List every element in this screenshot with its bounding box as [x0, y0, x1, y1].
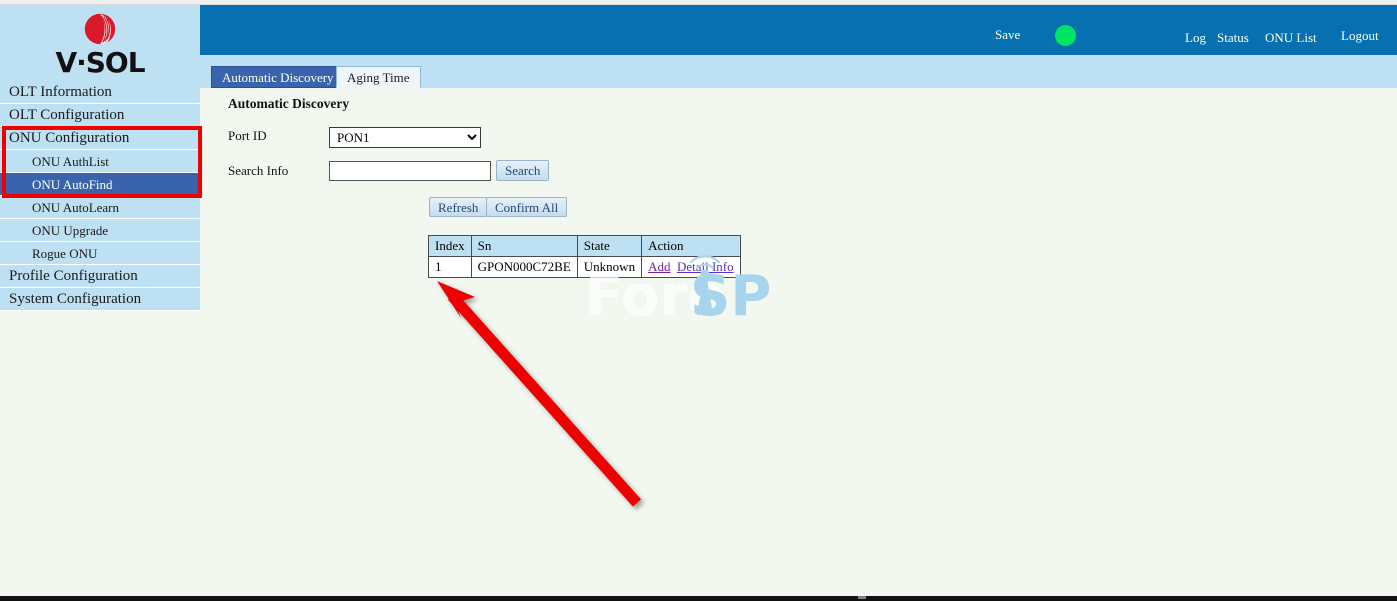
page-title: Automatic Discovery: [228, 96, 350, 111]
table-row: 1 GPON000C72BE Unknown Add Detail Info: [428, 256, 741, 278]
refresh-button[interactable]: Refresh: [429, 197, 488, 217]
port-id-select[interactable]: PON1: [329, 127, 481, 148]
cell-sn: GPON000C72BE: [470, 256, 578, 278]
sidebar-item-onu-upgrade[interactable]: ONU Upgrade: [0, 219, 200, 242]
confirm-all-button[interactable]: Confirm All: [486, 197, 568, 217]
sidebar-item-system-configuration[interactable]: System Configuration: [0, 288, 200, 311]
column-header-index: Index: [428, 235, 472, 257]
vsol-sphere-logo-icon: [84, 13, 116, 45]
header-link-log[interactable]: Log: [1185, 30, 1206, 46]
cell-state: Unknown: [576, 256, 643, 278]
header-link-status[interactable]: Status: [1217, 30, 1249, 46]
sidebar-item-onu-authlist[interactable]: ONU AuthList: [0, 150, 200, 173]
tab-aging-time[interactable]: Aging Time: [336, 66, 421, 88]
sidebar-item-rogue-onu[interactable]: Rogue ONU: [0, 242, 200, 265]
tab-strip: Automatic Discovery Aging Time: [200, 55, 1397, 88]
table-header-row: Index Sn State Action: [428, 235, 741, 257]
brand-logo-box: V·SOL: [0, 5, 200, 81]
add-onu-link[interactable]: Add: [648, 259, 670, 274]
port-id-label: Port ID: [228, 128, 267, 143]
bottom-status-bar: [0, 596, 1397, 601]
tab-automatic-discovery[interactable]: Automatic Discovery: [211, 66, 345, 88]
bottom-bar-notch: [858, 596, 866, 599]
column-header-action: Action: [641, 235, 741, 257]
sidebar-item-profile-configuration[interactable]: Profile Configuration: [0, 265, 200, 288]
cell-index: 1: [428, 256, 472, 278]
search-info-label: Search Info: [228, 163, 289, 178]
cell-action: Add Detail Info: [641, 256, 741, 278]
header-link-onu-list[interactable]: ONU List: [1265, 30, 1317, 46]
top-header-bar: Save Log Status ONU List Logout: [200, 5, 1397, 55]
detail-info-link[interactable]: Detail Info: [677, 259, 734, 274]
sidebar: V·SOL OLT Information OLT Configuration …: [0, 5, 200, 601]
header-link-logout[interactable]: Logout: [1341, 28, 1379, 44]
column-header-state: State: [576, 235, 643, 257]
search-button[interactable]: Search: [496, 160, 550, 181]
sidebar-item-onu-autofind[interactable]: ONU AutoFind: [0, 173, 200, 196]
column-header-sn: Sn: [470, 235, 578, 257]
search-input[interactable]: [329, 161, 491, 181]
sidebar-item-olt-configuration[interactable]: OLT Configuration: [0, 104, 200, 127]
brand-name: V·SOL: [55, 46, 145, 79]
save-button[interactable]: Save: [995, 27, 1020, 43]
sidebar-item-onu-autolearn[interactable]: ONU AutoLearn: [0, 196, 200, 219]
discovered-onu-table: Index Sn State Action 1 GPON000C72BE Unk…: [428, 235, 741, 278]
sidebar-item-olt-information[interactable]: OLT Information: [0, 81, 200, 104]
main-content: Foro SP Automatic Discovery Port ID PON1…: [200, 88, 1397, 596]
status-indicator-green-icon: [1055, 25, 1076, 46]
sidebar-item-onu-configuration[interactable]: ONU Configuration: [0, 127, 200, 150]
